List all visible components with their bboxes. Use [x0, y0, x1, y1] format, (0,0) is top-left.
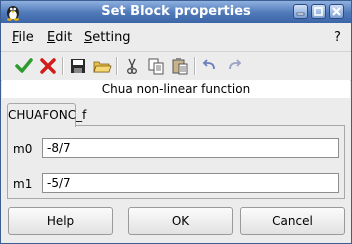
maximize-icon[interactable] [311, 4, 326, 19]
dialog-window: Set Block properties File Edit Setting ? [0, 0, 352, 244]
close-icon[interactable] [329, 4, 344, 19]
menu-help[interactable]: ? [334, 30, 341, 45]
open-folder-icon[interactable] [92, 56, 112, 76]
menu-file[interactable]: File [12, 30, 34, 45]
m0-field[interactable] [42, 138, 339, 158]
copy-icon[interactable] [146, 56, 166, 76]
minimize-icon[interactable] [293, 4, 308, 19]
cancel-x-icon[interactable] [38, 56, 58, 76]
menubar: File Edit Setting ? [1, 24, 351, 50]
cut-icon[interactable] [122, 56, 142, 76]
toolbar-separator [62, 57, 64, 75]
m1-field[interactable] [42, 173, 339, 193]
tab-panel: m0 m1 [7, 125, 345, 199]
menu-edit[interactable]: Edit [47, 30, 72, 45]
toolbar-separator [116, 57, 118, 75]
ok-button[interactable]: OK [128, 207, 233, 235]
tab-chuafonc-f[interactable]: CHUAFONC_f [7, 103, 86, 127]
m0-label: m0 [13, 142, 33, 156]
ok-check-icon[interactable] [14, 56, 34, 76]
cancel-button[interactable]: Cancel [240, 207, 345, 235]
save-icon[interactable] [68, 56, 88, 76]
block-title: Chua non-linear function [2, 80, 350, 98]
undo-icon[interactable] [200, 56, 220, 76]
help-button[interactable]: Help [8, 207, 113, 235]
redo-icon[interactable] [224, 56, 244, 76]
titlebar[interactable]: Set Block properties [1, 1, 351, 23]
menu-setting[interactable]: Setting [84, 30, 131, 45]
m1-label: m1 [13, 177, 33, 191]
paste-icon[interactable] [170, 56, 190, 76]
toolbar-separator [194, 57, 196, 75]
toolbar [1, 51, 351, 81]
